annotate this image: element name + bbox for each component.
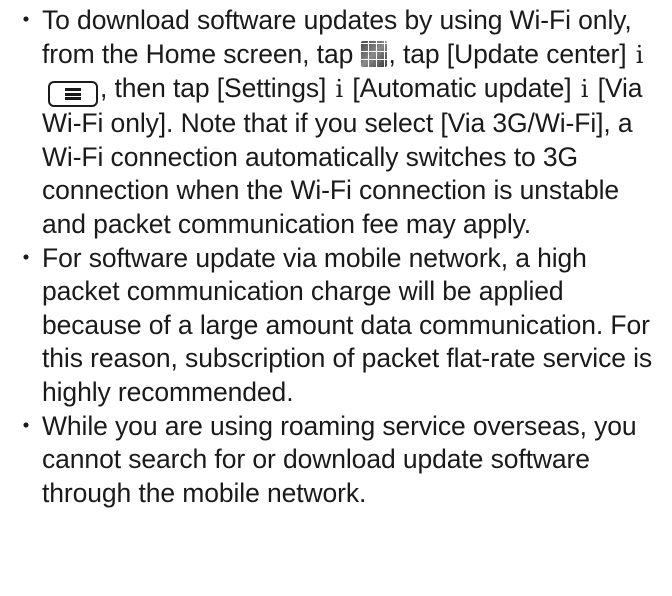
note-text: [Automatic update] [352, 73, 572, 104]
note-text: , then tap [Settings] [100, 73, 327, 104]
menu-lines [65, 88, 81, 101]
apps-grid-icon [361, 40, 388, 67]
separator-arrow: i [335, 75, 344, 104]
note-mobile-network-charge: ・ For software update via mobile network… [0, 242, 672, 410]
separator-arrow: i [635, 40, 644, 69]
bullet: ・ [14, 244, 38, 272]
note-text: , tap [Update center] [388, 38, 627, 69]
note-wifi-update: ・ To download software updates by using … [0, 4, 672, 242]
note-text: While you are using roaming service over… [42, 410, 637, 508]
note-text: For software update via mobile network, … [42, 242, 653, 407]
bullet: ・ [14, 7, 38, 34]
separator-arrow: i [580, 75, 589, 104]
note-roaming: ・ While you are using roaming service ov… [0, 410, 672, 511]
bullet: ・ [14, 412, 38, 440]
notes-list: ・ To download software updates by using … [0, 4, 672, 510]
menu-key-icon [48, 81, 98, 108]
